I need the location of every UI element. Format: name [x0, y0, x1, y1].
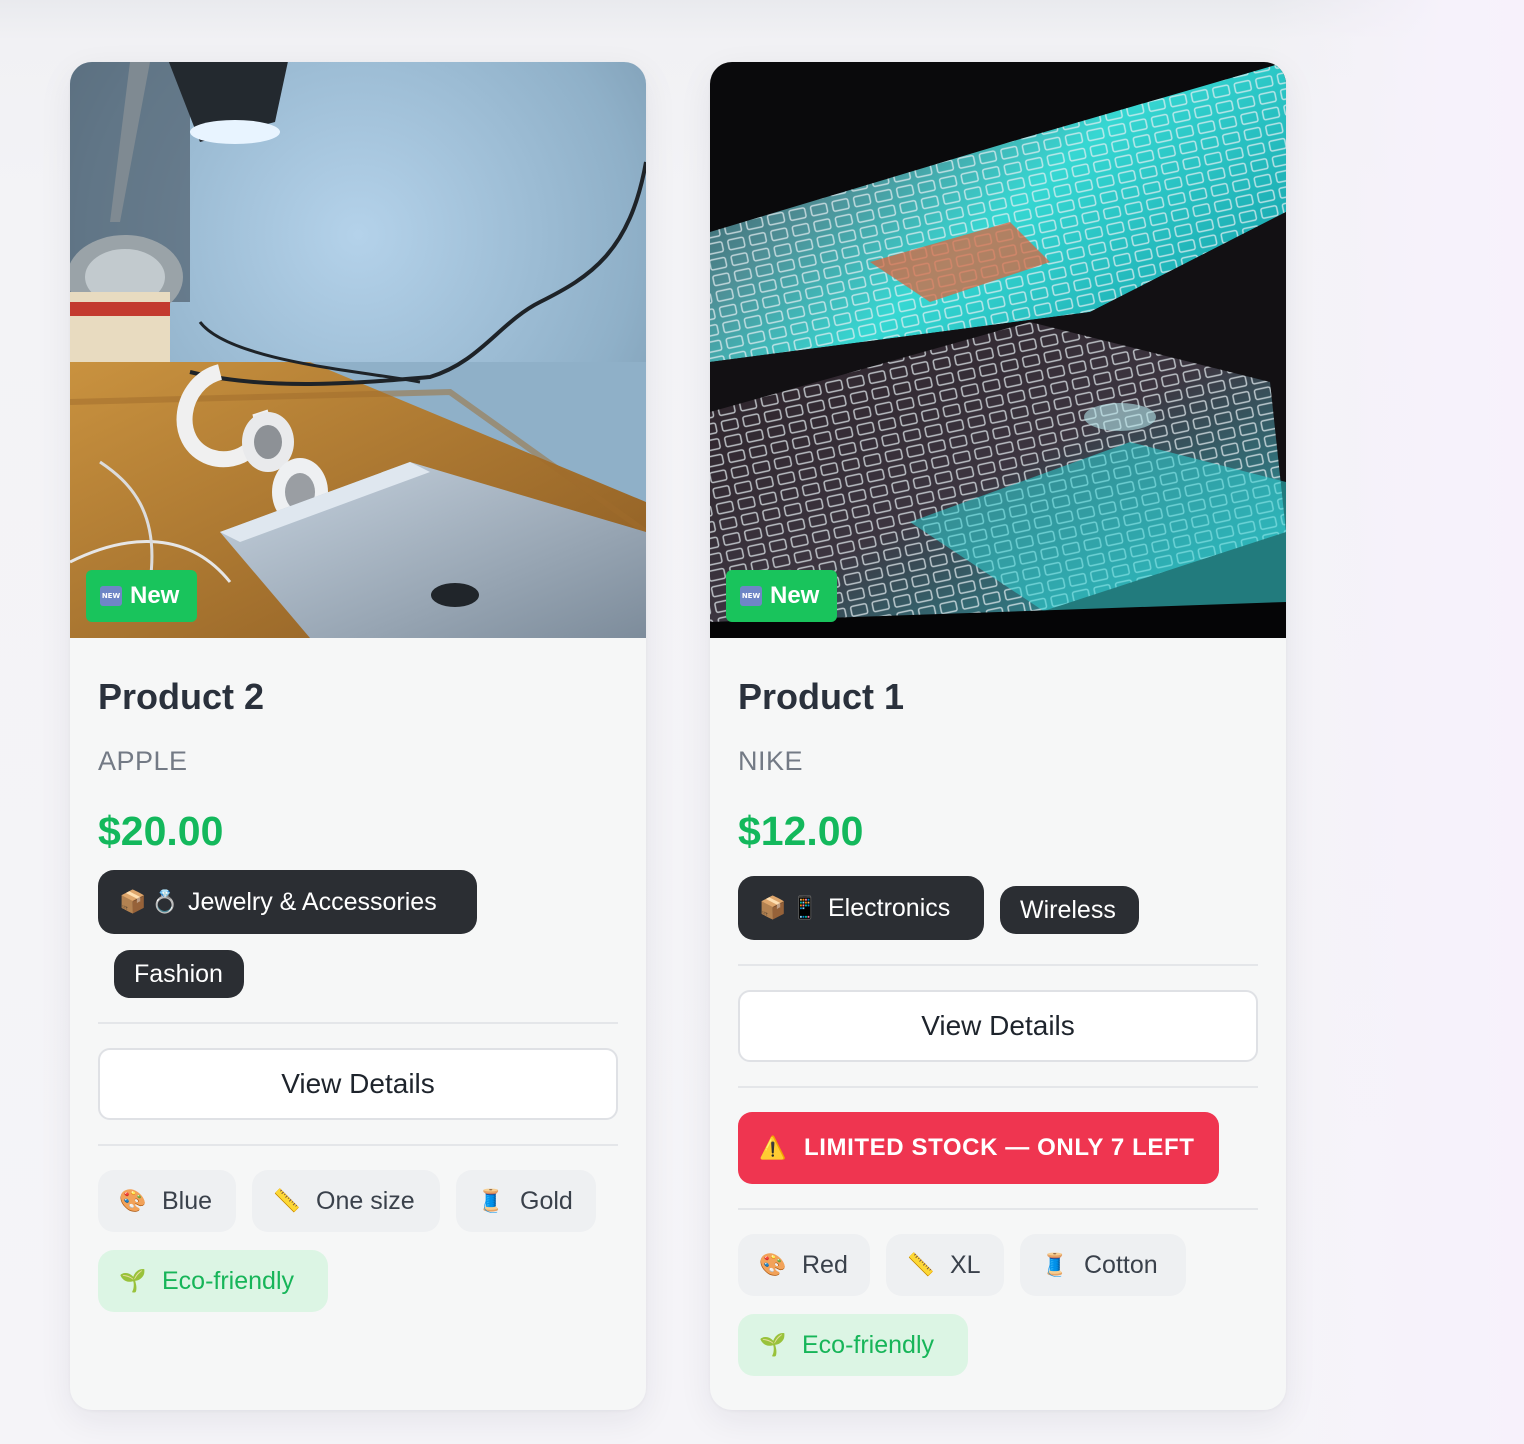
thread-spool-icon: 🧵 — [1041, 1252, 1069, 1277]
divider — [738, 1208, 1258, 1210]
ruler-icon: 📏 — [273, 1188, 301, 1213]
eco-friendly-chip: 🌱 Eco-friendly — [738, 1314, 968, 1376]
divider — [738, 964, 1258, 966]
product-title[interactable]: Product 1 — [738, 676, 904, 718]
package-icon: 📦 — [759, 895, 787, 920]
product-price: $20.00 — [98, 808, 224, 854]
seedling-icon: 🌱 — [119, 1268, 147, 1293]
attribute-color-chip: 🎨 Red — [738, 1234, 870, 1296]
view-details-button[interactable]: View Details — [738, 990, 1258, 1062]
product-brand: NIKE — [738, 746, 804, 776]
divider — [98, 1022, 618, 1024]
product-price: $12.00 — [738, 808, 864, 854]
mobile-phone-icon: 📱 — [791, 895, 819, 920]
attribute-size-chip: 📏 XL — [886, 1234, 1004, 1296]
new-badge: NEW New — [86, 570, 198, 622]
product-card[interactable]: NEW New Product 2 APPLE $20.00 📦 💍 Jewel… — [70, 62, 646, 1410]
view-details-button[interactable]: View Details — [98, 1048, 618, 1120]
product-image[interactable]: NEW New — [70, 62, 646, 638]
new-button-icon: NEW — [100, 586, 122, 606]
warning-icon: ⚠️ — [759, 1135, 787, 1160]
product-title[interactable]: Product 2 — [98, 676, 264, 718]
attribute-size-chip: 📏 One size — [252, 1170, 440, 1232]
divider — [738, 1086, 1258, 1088]
ring-icon: 💍 — [151, 889, 179, 914]
seedling-icon: 🌱 — [759, 1332, 787, 1357]
category-tag[interactable]: 📦 💍 Jewelry & Accessories — [98, 870, 477, 934]
ruler-icon: 📏 — [907, 1252, 935, 1277]
new-badge: NEW New — [726, 570, 838, 622]
thread-spool-icon: 🧵 — [477, 1188, 505, 1213]
divider — [98, 1144, 618, 1146]
category-tag[interactable]: 📦 📱 Electronics — [738, 876, 984, 940]
tag-wireless[interactable]: Wireless — [1000, 886, 1139, 934]
product-image[interactable]: NEW New — [710, 62, 1286, 638]
palette-icon: 🎨 — [759, 1252, 787, 1277]
attribute-material-chip: 🧵 Gold — [456, 1170, 596, 1232]
new-button-icon: NEW — [740, 586, 762, 606]
attribute-color-chip: 🎨 Blue — [98, 1170, 236, 1232]
palette-icon: 🎨 — [119, 1188, 147, 1213]
product-card[interactable]: NEW New Product 1 NIKE $12.00 📦 📱 Electr… — [710, 62, 1286, 1410]
package-icon: 📦 — [119, 889, 147, 914]
product-brand: APPLE — [98, 746, 188, 776]
tag-fashion[interactable]: Fashion — [114, 950, 244, 998]
background-glow — [1264, 0, 1524, 1444]
attribute-material-chip: 🧵 Cotton — [1020, 1234, 1186, 1296]
limited-stock-banner: ⚠️ LIMITED STOCK — ONLY 7 LEFT — [738, 1112, 1219, 1184]
eco-friendly-chip: 🌱 Eco-friendly — [98, 1250, 328, 1312]
